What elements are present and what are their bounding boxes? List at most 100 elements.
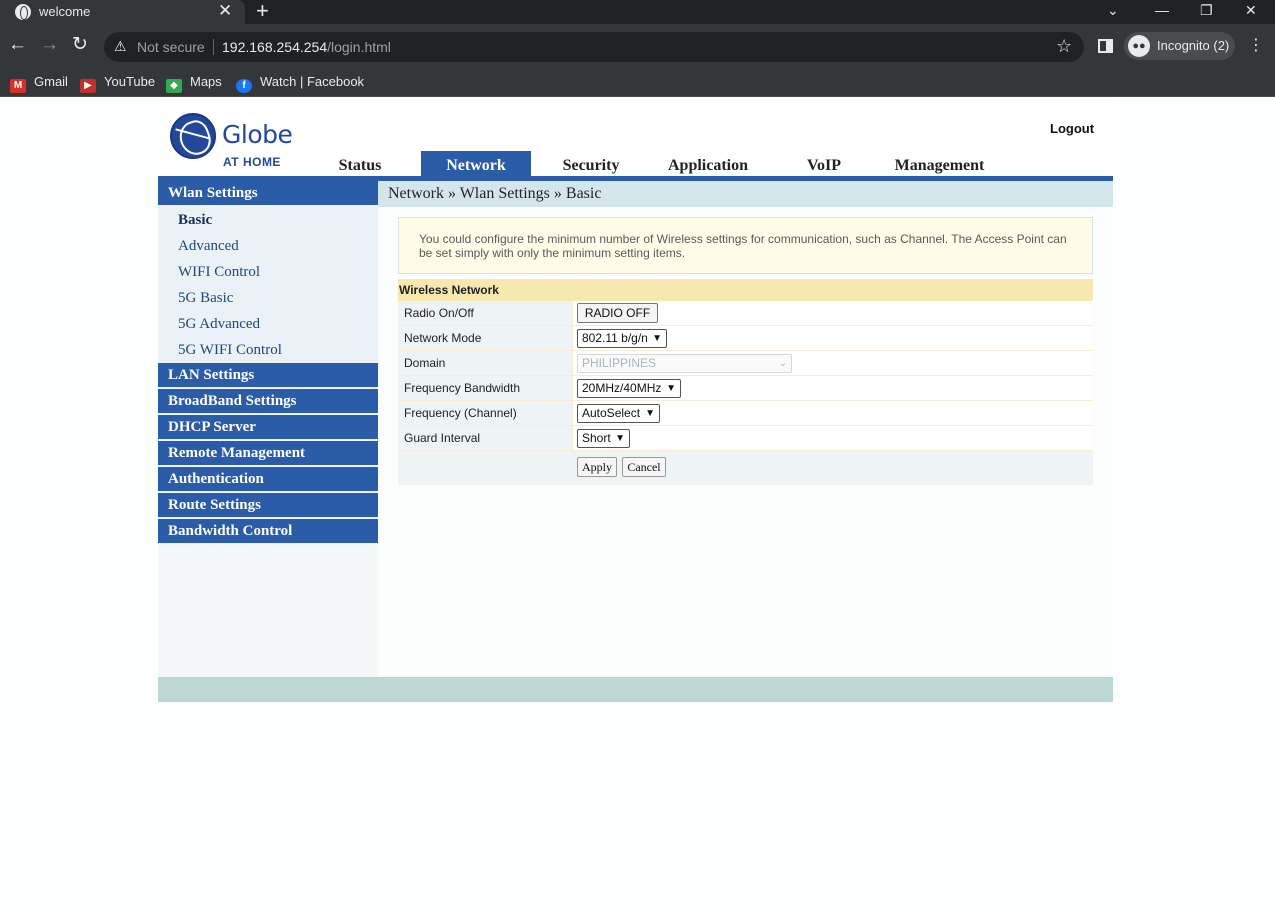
security-label[interactable]: Not secure (137, 39, 205, 55)
bookmarks-bar: M Gmail ▶ YouTube ◆ Maps f Watch | Facebook (0, 69, 1275, 97)
sidebar-section-wlan-settings[interactable]: Wlan Settings (158, 181, 378, 206)
close-window-icon[interactable]: ✕ (1245, 1, 1257, 19)
sidebar-section-lan-settings[interactable]: LAN Settings (158, 363, 378, 388)
select-value: PHILIPPINES (582, 356, 657, 370)
guard-interval-select[interactable]: Short ▼ (577, 429, 630, 448)
bookmark-star-icon[interactable]: ☆ (1056, 36, 1072, 57)
tab-application[interactable]: Application (658, 151, 758, 176)
address-bar[interactable]: ⚠ Not secure 192.168.254.254/login.html … (104, 32, 1084, 62)
sidebar-item-advanced[interactable]: Advanced (158, 233, 378, 259)
new-tab-button[interactable]: + (256, 0, 269, 23)
row-value: AutoSelect ▼ (574, 401, 1093, 425)
router-container: Globe AT HOME Logout Status Network Secu… (158, 98, 1113, 702)
gmail-icon: M (10, 79, 26, 93)
row-value: PHILIPPINES ⌄ (574, 351, 1093, 375)
sidebar-item-5g-basic[interactable]: 5G Basic (158, 285, 378, 311)
side-panel-icon[interactable] (1098, 39, 1113, 53)
row-label: Guard Interval (398, 426, 573, 450)
warning-icon[interactable]: ⚠ (114, 38, 127, 55)
row-domain: Domain PHILIPPINES ⌄ (398, 351, 1093, 376)
chevron-down-icon: ▼ (645, 408, 655, 419)
frequency-channel-select[interactable]: AutoSelect ▼ (577, 404, 660, 423)
form-actions: Apply Cancel (398, 451, 1093, 485)
minimize-icon[interactable]: — (1155, 1, 1169, 19)
youtube-icon: ▶ (80, 79, 96, 93)
browser-toolbar: ← → ↻ ⚠ Not secure 192.168.254.254/login… (0, 24, 1275, 69)
sidebar-section-route-settings[interactable]: Route Settings (158, 493, 378, 518)
row-value: 20MHz/40MHz ▼ (574, 376, 1093, 400)
frequency-bandwidth-select[interactable]: 20MHz/40MHz ▼ (577, 379, 681, 398)
tab-security[interactable]: Security (553, 151, 629, 176)
globe-icon (15, 4, 31, 20)
row-frequency-channel: Frequency (Channel) AutoSelect ▼ (398, 401, 1093, 426)
facebook-icon: f (236, 79, 252, 93)
incognito-badge[interactable]: ●● Incognito (2) (1124, 32, 1235, 60)
sidebar-item-5g-advanced[interactable]: 5G Advanced (158, 311, 378, 337)
network-mode-select[interactable]: 802.11 b/g/n ▼ (577, 329, 667, 348)
url-text[interactable]: 192.168.254.254/login.html (222, 39, 391, 55)
incognito-icon: ●● (1128, 35, 1150, 57)
row-label: Frequency Bandwidth (398, 376, 573, 400)
bookmark-facebook[interactable]: f Watch | Facebook (236, 72, 365, 93)
row-value: 802.11 b/g/n ▼ (574, 326, 1093, 350)
bookmark-gmail[interactable]: M Gmail (10, 72, 68, 93)
tab-voip[interactable]: VoIP (798, 151, 850, 176)
row-label: Radio On/Off (398, 301, 573, 325)
info-notice: You could configure the minimum number o… (398, 217, 1093, 274)
incognito-label: Incognito (2) (1157, 38, 1230, 53)
chevron-down-icon: ▼ (615, 433, 625, 444)
restore-icon[interactable]: ❐ (1200, 1, 1213, 19)
sidebar-item-5g-wifi-control[interactable]: 5G WIFI Control (158, 337, 378, 363)
reload-icon[interactable]: ↻ (72, 34, 88, 56)
chevron-down-icon: ▼ (666, 383, 676, 394)
browser-tab[interactable]: welcome ✕ (0, 0, 245, 24)
sidebar-section-remote-management[interactable]: Remote Management (158, 441, 378, 466)
tab-management[interactable]: Management (886, 151, 993, 176)
bookmark-label: YouTube (104, 74, 156, 89)
row-frequency-bandwidth: Frequency Bandwidth 20MHz/40MHz ▼ (398, 376, 1093, 401)
wireless-network-header: Wireless Network (398, 279, 1093, 301)
sidebar-section-dhcp-server[interactable]: DHCP Server (158, 415, 378, 440)
select-value: 802.11 b/g/n (582, 331, 648, 345)
bookmark-label: Gmail (34, 74, 68, 89)
row-value: Short ▼ (574, 426, 1093, 450)
sidebar-item-wifi-control[interactable]: WIFI Control (158, 259, 378, 285)
tab-title: welcome (39, 4, 91, 19)
row-label: Frequency (Channel) (398, 401, 573, 425)
bookmark-label: Watch | Facebook (260, 74, 365, 89)
domain-select: PHILIPPINES ⌄ (577, 354, 792, 373)
sidebar-section-bandwidth-control[interactable]: Bandwidth Control (158, 519, 378, 544)
chevron-down-icon: ▼ (652, 333, 662, 344)
row-radio-onoff: Radio On/Off RADIO OFF (398, 301, 1093, 326)
row-network-mode: Network Mode 802.11 b/g/n ▼ (398, 326, 1093, 351)
tab-status[interactable]: Status (328, 151, 392, 176)
select-value: Short (582, 431, 611, 445)
chevron-down-icon: ⌄ (778, 358, 787, 369)
logout-link[interactable]: Logout (1050, 121, 1094, 136)
url-host: 192.168.254.254 (222, 39, 328, 55)
brand-name: Globe (222, 120, 293, 149)
bookmark-youtube[interactable]: ▶ YouTube (80, 72, 156, 93)
select-value: 20MHz/40MHz (582, 381, 662, 395)
row-value: RADIO OFF (574, 301, 1093, 325)
sidebar-section-authentication[interactable]: Authentication (158, 467, 378, 492)
tab-close-icon[interactable]: ✕ (218, 1, 232, 21)
url-path: /login.html (327, 39, 391, 55)
kebab-menu-icon[interactable]: ⋮ (1248, 35, 1264, 57)
bookmark-maps[interactable]: ◆ Maps (166, 72, 222, 93)
browser-tab-strip: welcome ✕ + ⌄ — ❐ ✕ (0, 0, 1275, 24)
sidebar-section-broadband-settings[interactable]: BroadBand Settings (158, 389, 378, 414)
footer-bar (158, 677, 1113, 702)
tab-search-icon[interactable]: ⌄ (1107, 1, 1119, 19)
page-viewport: Globe AT HOME Logout Status Network Secu… (0, 98, 1275, 915)
sidebar: Wlan Settings Basic Advanced WIFI Contro… (158, 181, 378, 677)
forward-icon[interactable]: → (40, 34, 59, 56)
sidebar-item-basic[interactable]: Basic (158, 207, 378, 233)
radio-off-button[interactable]: RADIO OFF (577, 303, 658, 323)
bookmark-label: Maps (190, 74, 222, 89)
apply-button[interactable]: Apply (577, 457, 617, 477)
tab-network[interactable]: Network (421, 151, 531, 176)
cancel-button[interactable]: Cancel (622, 457, 666, 477)
back-icon[interactable]: ← (8, 34, 27, 56)
select-value: AutoSelect (582, 406, 641, 420)
